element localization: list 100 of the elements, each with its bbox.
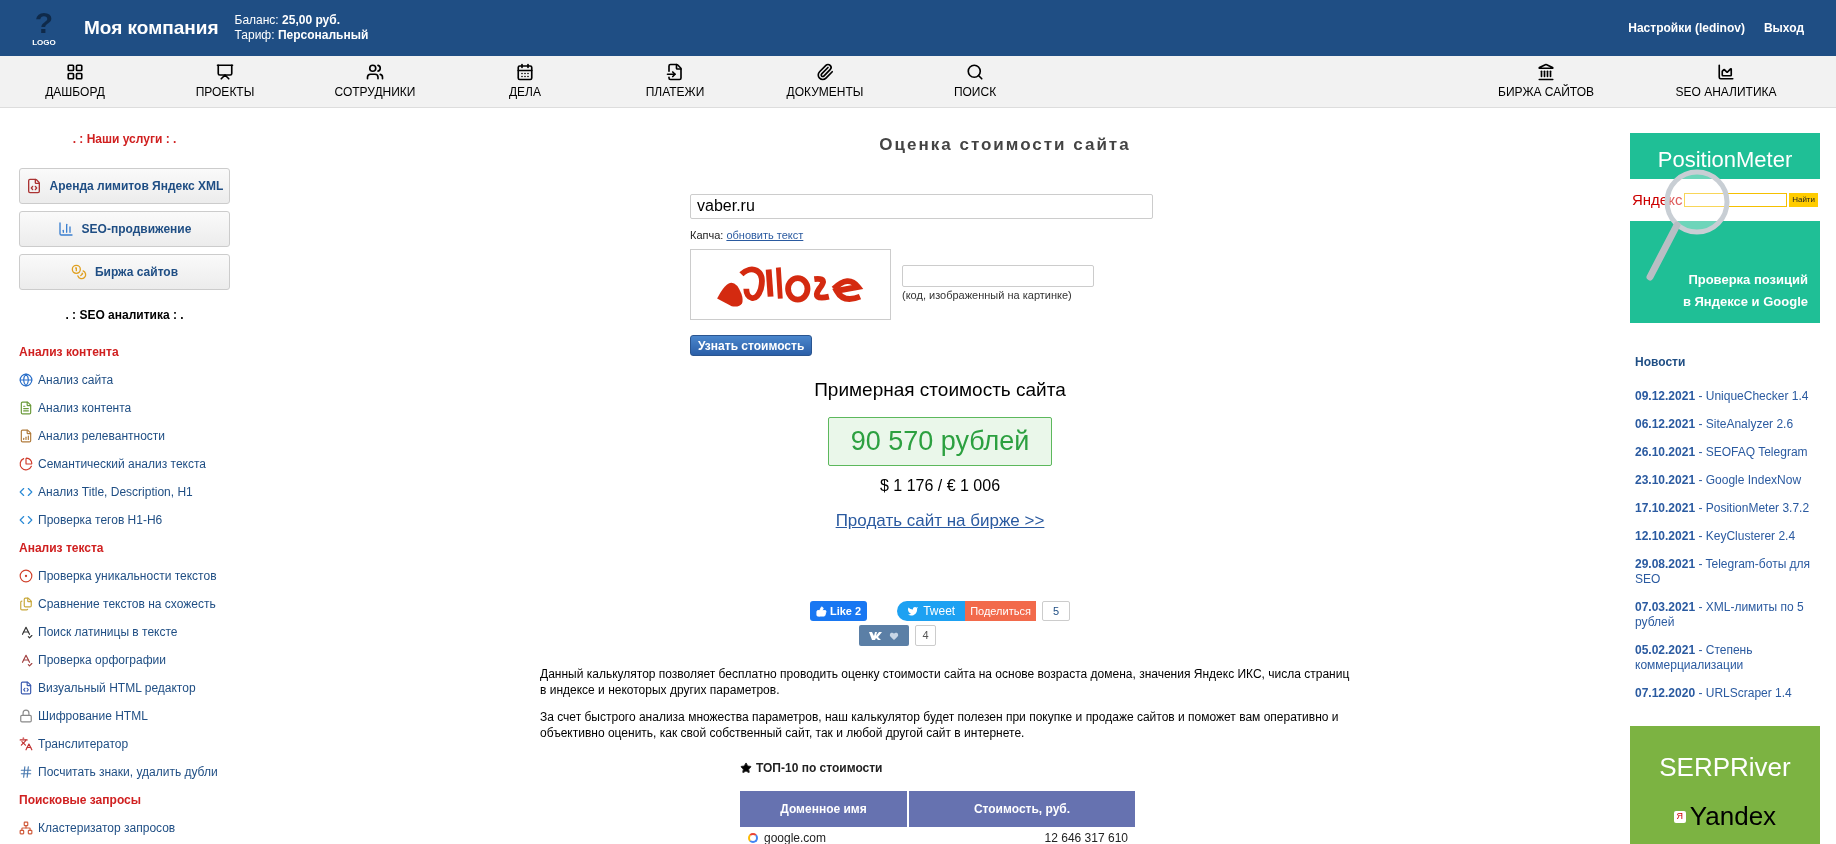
globe-icon xyxy=(19,373,33,387)
description-paragraph: Данный калькулятор позволяет бесплатно проводить оценку стоимости сайта на основе возраста домена, значения Яндекс ИКС, числа страниц в индексе и некоторых других параметров. xyxy=(540,666,1350,698)
document-icon xyxy=(666,62,684,81)
yandex-logo-icon: Я xyxy=(1673,810,1686,823)
nav-item[interactable]: ДОКУМЕНТЫ xyxy=(750,56,900,107)
banner-caption: в Яндексе и Google xyxy=(1682,293,1808,311)
star-icon xyxy=(740,762,752,774)
company-name: Моя компания xyxy=(84,15,219,40)
logo[interactable]: ? LOGO xyxy=(26,8,62,48)
yandex-text: Yandex xyxy=(1689,800,1777,833)
service-button[interactable]: Аренда лимитов Яндекс XML xyxy=(19,168,230,204)
settings-link[interactable]: Настройки (ledinov) xyxy=(1628,19,1745,37)
heart-icon xyxy=(889,630,900,641)
sidebar-link[interactable]: Проверка уникальности текстов xyxy=(19,562,230,590)
news-link[interactable]: 09.12.2021 - UniqueChecker 1.4 xyxy=(1635,389,1821,404)
top-title: ТОП-10 по стоимости xyxy=(756,760,883,777)
sidebar-link[interactable]: Посчитать знаки, удалить дубли xyxy=(19,758,230,786)
vk-button[interactable] xyxy=(859,625,910,646)
chart-icon xyxy=(57,221,74,237)
thumbs-up-icon xyxy=(815,605,827,617)
news-link[interactable]: 23.10.2021 - Google IndexNow xyxy=(1635,473,1821,488)
balance-text: Баланс: 25,00 руб. xyxy=(234,13,341,28)
paperclip-icon xyxy=(816,62,834,81)
news-link[interactable]: 07.12.2020 - URLScraper 1.4 xyxy=(1635,686,1821,701)
nav-item[interactable]: SEO АНАЛИТИКА xyxy=(1636,56,1816,107)
table-cell: 12 646 317 610 xyxy=(908,827,1136,844)
hash-icon xyxy=(19,765,33,779)
sidebar-link[interactable]: Шифрование HTML xyxy=(19,702,230,730)
captcha-field[interactable] xyxy=(902,265,1094,288)
sidebar-link[interactable]: Анализ Title, Description, H1 xyxy=(19,478,230,506)
service-button[interactable]: Биржа сайтов xyxy=(19,254,230,290)
nav-item[interactable]: СОТРУДНИКИ xyxy=(300,56,450,107)
bank-icon xyxy=(1537,62,1555,81)
service-button[interactable]: SEO-продвижение xyxy=(19,211,230,247)
share-count: 5 xyxy=(1041,601,1071,621)
sidebar-link[interactable]: Поиск латиницы в тексте xyxy=(19,618,230,646)
users-icon xyxy=(366,62,384,81)
spellcheck-icon xyxy=(19,625,33,639)
news-link[interactable]: 17.10.2021 - PositionMeter 3.7.2 xyxy=(1635,501,1821,516)
code-icon xyxy=(19,485,33,499)
nav-item[interactable]: ПОИСК xyxy=(900,56,1050,107)
nav-item[interactable]: ДАШБОРД xyxy=(0,56,150,107)
ring-icon xyxy=(19,569,33,583)
banner-title: SERPRiver xyxy=(1659,751,1791,784)
vk-logo-icon xyxy=(869,631,884,640)
logo-text: LOGO xyxy=(32,38,56,48)
news-link[interactable]: 29.08.2021 - Telegram-боты для SEO xyxy=(1635,557,1821,587)
presentation-icon xyxy=(216,62,234,81)
sell-site-link[interactable]: Продать сайт на бирже >> xyxy=(835,507,1045,533)
documents-icon xyxy=(19,597,33,611)
news-link[interactable]: 12.10.2021 - KeyClusterer 2.4 xyxy=(1635,529,1821,544)
search-icon xyxy=(966,62,984,81)
captcha-label: Капча: xyxy=(690,227,724,243)
sidebar-link[interactable]: Анализ контента xyxy=(19,394,230,422)
domain-text: google.com xyxy=(764,829,827,844)
nav-item[interactable]: ПЛАТЕЖИ xyxy=(600,56,750,107)
plan-text: Тариф: Персональный xyxy=(234,28,369,43)
domain-field[interactable]: vaber.ru xyxy=(690,193,1153,219)
sidebar-link[interactable]: Проверка тегов H1-H6 xyxy=(19,506,230,534)
sidebar-link[interactable]: Транслитератор xyxy=(19,730,230,758)
sidebar-link[interactable]: Семантический анализ текста xyxy=(19,450,230,478)
news-title: Новости xyxy=(1635,354,1687,371)
google-logo-icon xyxy=(748,832,758,843)
news-link[interactable]: 05.02.2021 - Степень коммерциализации xyxy=(1635,643,1821,673)
sidebar-link[interactable]: Анализ сайта xyxy=(19,366,230,394)
column-header: Доменное имя xyxy=(740,791,908,827)
sidebar-link[interactable]: Визуальный HTML редактор xyxy=(19,674,230,702)
news-link[interactable]: 06.12.2021 - SiteAnalyzer 2.6 xyxy=(1635,417,1821,432)
sidebar-link[interactable]: Сравнение текстов на схожесть xyxy=(19,590,230,618)
xml-icon xyxy=(25,178,42,194)
news-link[interactable]: 26.10.2021 - SEOFAQ Telegram xyxy=(1635,445,1821,460)
nav-item[interactable]: ПРОЕКТЫ xyxy=(150,56,300,107)
coins-icon xyxy=(70,264,87,280)
analytics-title: . : SEO аналитика : . xyxy=(64,307,185,324)
section-title: Анализ контента xyxy=(19,344,120,361)
result-title: Примерная стоимость сайта xyxy=(814,378,1066,402)
news-link[interactable]: 07.03.2021 - XML-лимиты по 5 рублей xyxy=(1635,600,1821,630)
grid-icon xyxy=(66,62,84,81)
refresh-captcha-link[interactable]: обновить текст xyxy=(726,226,804,243)
search-button: Найти xyxy=(1789,193,1818,207)
submit-button[interactable]: Узнать стоимость xyxy=(690,335,813,356)
banner-caption: Проверка позиций xyxy=(1688,271,1808,289)
nav-item[interactable]: ДЕЛА xyxy=(450,56,600,107)
area-chart-icon xyxy=(1717,62,1735,81)
sidebar-link[interactable]: Кластеризатор запросов xyxy=(19,814,230,842)
calendar-icon xyxy=(516,62,534,81)
like-button[interactable]: Like 2 xyxy=(809,601,868,621)
nav-item[interactable]: БИРЖА САЙТОВ xyxy=(1456,56,1636,107)
spellcheck-icon xyxy=(19,653,33,667)
logout-link[interactable]: Выход xyxy=(1763,19,1804,37)
logo-mark: ? xyxy=(34,8,54,38)
price-conversion: $ 1 176 / € 1 006 xyxy=(879,475,1001,496)
price-box: 90 570 рублей xyxy=(828,416,1052,466)
sidebar-link[interactable]: Проверка орфографии xyxy=(19,646,230,674)
vk-count: 4 xyxy=(915,625,936,646)
code-icon xyxy=(19,513,33,527)
section-title: Поисковые запросы xyxy=(19,792,142,809)
serpriver-banner[interactable]: SERPRiver Я Yandex xyxy=(1630,726,1820,844)
sidebar-link[interactable]: Анализ релевантности xyxy=(19,422,230,450)
section-title: Анализ текста xyxy=(19,540,105,557)
